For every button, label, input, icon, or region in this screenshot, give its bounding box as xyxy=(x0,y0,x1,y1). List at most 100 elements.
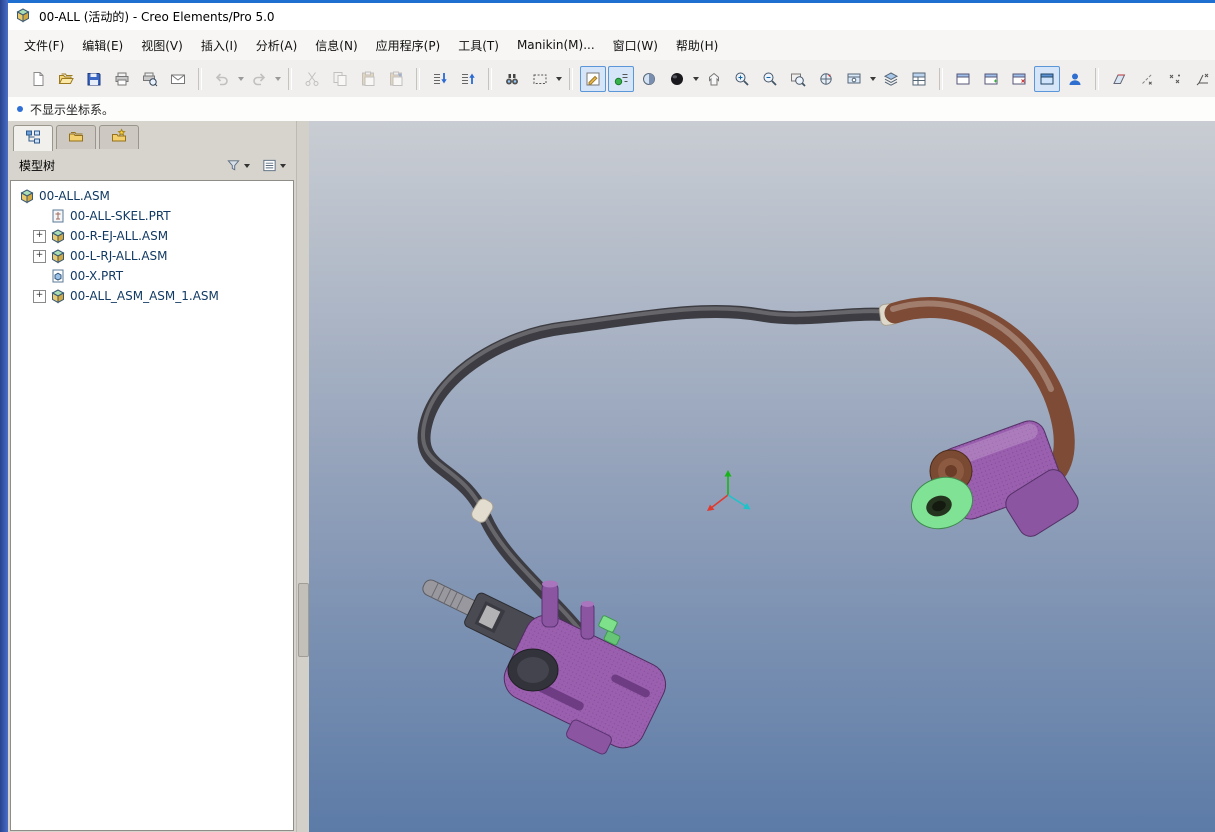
menu-manikin[interactable]: Manikin(M)... xyxy=(509,33,603,57)
toolbar-separator xyxy=(288,68,292,90)
folder-browser-tab-icon xyxy=(68,128,84,147)
menu-applications[interactable]: 应用程序(P) xyxy=(368,32,449,59)
csys-triad xyxy=(707,470,751,511)
regenerate-manager-button[interactable] xyxy=(455,66,481,92)
prt-icon xyxy=(50,268,66,284)
asm-icon xyxy=(50,228,66,244)
appearance-gallery-button[interactable] xyxy=(664,66,690,92)
saved-views-button-dropdown[interactable] xyxy=(868,67,877,91)
paste-special-button[interactable] xyxy=(383,66,409,92)
cut-button[interactable] xyxy=(299,66,325,92)
tree-item-00-all-asm-asm-1-asm[interactable]: +00-ALL_ASM_ASM_1.ASM xyxy=(11,286,293,306)
window-border-left xyxy=(0,0,8,832)
message-text: 不显示坐标系。 xyxy=(30,101,114,118)
smart-filter-toggle[interactable] xyxy=(608,66,634,92)
tree-filter-dropdown-icon xyxy=(244,164,250,171)
toolbar-separator xyxy=(488,68,492,90)
copy-button[interactable] xyxy=(327,66,353,92)
save-button[interactable] xyxy=(81,66,107,92)
menu-file[interactable]: 文件(F) xyxy=(16,32,72,59)
tree-item-00-l-rj-all-asm[interactable]: +00-L-RJ-ALL.ASM xyxy=(11,246,293,266)
view-manager-button[interactable] xyxy=(906,66,932,92)
asm-icon xyxy=(50,288,66,304)
tree-item-00-r-ej-all-asm[interactable]: +00-R-EJ-ALL.ASM xyxy=(11,226,293,246)
toolbar-separator xyxy=(198,68,202,90)
tree-item-00-all-asm[interactable]: 00-ALL.ASM xyxy=(11,186,293,206)
reorient-button[interactable] xyxy=(813,66,839,92)
menu-window[interactable]: 窗口(W) xyxy=(605,32,666,59)
zoom-out-button[interactable] xyxy=(757,66,783,92)
print-preview-button[interactable] xyxy=(137,66,163,92)
tree-item-label: 00-R-EJ-ALL.ASM xyxy=(70,229,168,243)
selection-filter-button[interactable] xyxy=(527,66,553,92)
paste-button[interactable] xyxy=(355,66,381,92)
menu-info[interactable]: 信息(N) xyxy=(307,32,365,59)
left-connector[interactable] xyxy=(421,578,673,756)
undo-button[interactable] xyxy=(209,66,235,92)
menu-help[interactable]: 帮助(H) xyxy=(668,32,726,59)
tab-folder-browser[interactable] xyxy=(56,125,96,149)
model-3d xyxy=(309,121,1215,832)
model-tree-tab-icon xyxy=(25,129,41,148)
redo-button[interactable] xyxy=(246,66,272,92)
print-button[interactable] xyxy=(109,66,135,92)
menu-analysis[interactable]: 分析(A) xyxy=(248,32,306,59)
find-button[interactable] xyxy=(499,66,525,92)
model-tree-title: 模型树 xyxy=(19,157,55,174)
tree-item-label: 00-ALL-SKEL.PRT xyxy=(70,209,171,223)
saved-views-button[interactable] xyxy=(841,66,867,92)
expand-icon[interactable]: + xyxy=(33,290,46,303)
skel-icon xyxy=(50,208,66,224)
tree-item-label: 00-ALL.ASM xyxy=(39,189,110,203)
tab-favorites[interactable] xyxy=(99,125,139,149)
panel-scrollbar-thumb[interactable] xyxy=(298,583,309,657)
new-window-button[interactable] xyxy=(978,66,1004,92)
cable[interactable] xyxy=(423,303,899,645)
graphics-area[interactable] xyxy=(309,121,1215,832)
menu-tools[interactable]: 工具(T) xyxy=(450,32,507,59)
datum-point-toggle[interactable] xyxy=(1162,66,1188,92)
menu-bar: 文件(F)编辑(E)视图(V)插入(I)分析(A)信息(N)应用程序(P)工具(… xyxy=(8,30,1215,61)
menu-view[interactable]: 视图(V) xyxy=(133,32,191,59)
open-file-button[interactable] xyxy=(53,66,79,92)
menu-edit[interactable]: 编辑(E) xyxy=(74,32,131,59)
datum-axis-toggle[interactable] xyxy=(1134,66,1160,92)
app-icon xyxy=(15,7,31,26)
new-file-button[interactable] xyxy=(25,66,51,92)
regenerate-button[interactable] xyxy=(427,66,453,92)
refit-button[interactable] xyxy=(785,66,811,92)
layers-button[interactable] xyxy=(878,66,904,92)
toolbar-separator xyxy=(1095,68,1099,90)
selection-filter-button-dropdown[interactable] xyxy=(554,67,563,91)
zoom-in-button[interactable] xyxy=(729,66,755,92)
expand-icon[interactable]: + xyxy=(33,250,46,263)
email-button[interactable] xyxy=(165,66,191,92)
tree-item-00-all-skel-prt[interactable]: 00-ALL-SKEL.PRT xyxy=(11,206,293,226)
render-settings-button[interactable] xyxy=(636,66,662,92)
navigator-panel: 模型树 00-ALL.ASM 00-ALL-SKEL.PRT +00-R-EJ-AL… xyxy=(8,121,296,832)
tree-item-00-x-prt[interactable]: 00-X.PRT xyxy=(11,266,293,286)
session-user-button[interactable] xyxy=(1062,66,1088,92)
datum-csys-toggle[interactable] xyxy=(1190,66,1215,92)
tree-filter-button[interactable] xyxy=(226,158,250,173)
tab-model-tree[interactable] xyxy=(13,125,53,151)
spin-pan-zoom-button[interactable] xyxy=(701,66,727,92)
tree-item-label: 00-L-RJ-ALL.ASM xyxy=(70,249,168,263)
redo-button-dropdown[interactable] xyxy=(273,67,282,91)
navigator-tabs xyxy=(8,121,296,151)
message-line: 不显示坐标系。 xyxy=(8,97,1215,122)
tree-settings-dropdown-icon xyxy=(280,164,286,171)
title-bar[interactable]: 00-ALL (活动的) - Creo Elements/Pro 5.0 xyxy=(8,3,1215,31)
menu-insert[interactable]: 插入(I) xyxy=(193,32,246,59)
tree-settings-button[interactable] xyxy=(262,158,286,173)
datum-plane-toggle[interactable] xyxy=(1106,66,1132,92)
appearance-gallery-button-dropdown[interactable] xyxy=(691,67,700,91)
model-tree-list: 00-ALL.ASM 00-ALL-SKEL.PRT +00-R-EJ-ALL.AS… xyxy=(10,180,294,831)
undo-button-dropdown[interactable] xyxy=(236,67,245,91)
select-items-toggle[interactable] xyxy=(580,66,606,92)
close-window-button[interactable] xyxy=(1006,66,1032,92)
open-window-button[interactable] xyxy=(950,66,976,92)
expand-icon[interactable]: + xyxy=(33,230,46,243)
active-window-toggle[interactable] xyxy=(1034,66,1060,92)
message-bullet-icon xyxy=(17,106,23,112)
